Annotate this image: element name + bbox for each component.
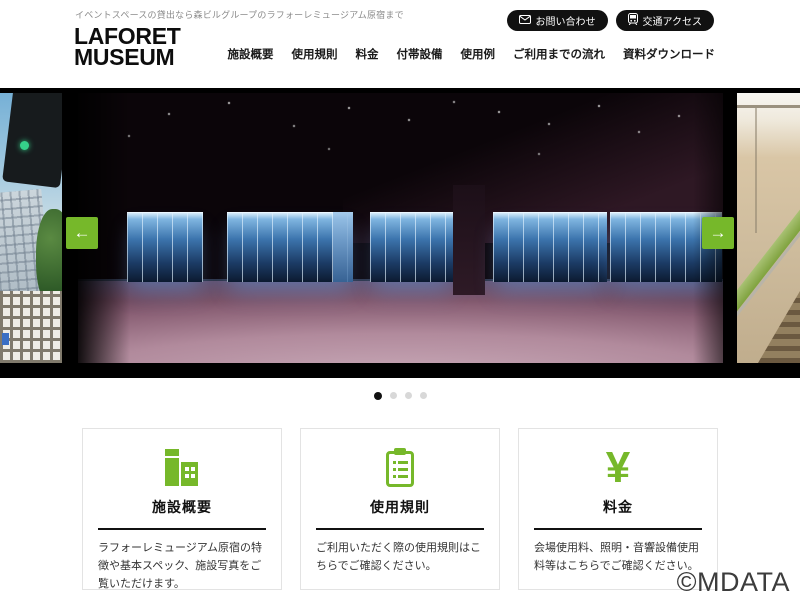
- carousel-dot-4[interactable]: [420, 392, 427, 399]
- feature-cards: 施設概要 ラフォーレミュージアム原宿の特徴や基本スペック、施設写真をご覧いただけ…: [82, 428, 718, 590]
- card-title: 料金: [534, 497, 702, 517]
- nav-item-fees[interactable]: 料金: [356, 46, 379, 62]
- card-fees[interactable]: ¥ 料金 会場使用料、照明・音響設備使用料等はこちらでご確認ください。: [518, 428, 718, 590]
- carousel-dot-3[interactable]: [405, 392, 412, 399]
- nav-item-downloads[interactable]: 資料ダウンロード: [623, 46, 715, 62]
- nav-item-equipment[interactable]: 付帯設備: [397, 46, 443, 62]
- contact-button-label: お問い合わせ: [536, 13, 596, 28]
- carousel-next-slide-staircase-photo: [737, 93, 800, 363]
- site-header: イベントスペースの貸出なら森ビルグループのラフォーレミュージアム原宿まで お問い…: [0, 0, 800, 88]
- nav-item-facility-overview[interactable]: 施設概要: [228, 46, 274, 62]
- arrow-right-icon: →: [710, 223, 727, 242]
- traffic-light-green-lamp: [20, 141, 29, 150]
- hall-lit-corner: [333, 212, 353, 282]
- carousel-dot-2[interactable]: [390, 392, 397, 399]
- watermark: ©MDATA: [677, 567, 790, 598]
- carousel-dot-1-active[interactable]: [374, 392, 382, 400]
- card-divider: [316, 528, 484, 530]
- hero-carousel: ← →: [0, 88, 800, 378]
- street-sign: [2, 333, 9, 345]
- staircase-ceiling-beam: [737, 105, 800, 108]
- card-usage-rules[interactable]: 使用規則 ご利用いただく際の使用規則はこちらでご確認ください。: [300, 428, 500, 590]
- nav-item-usage-rules[interactable]: 使用規則: [292, 46, 338, 62]
- white-building: [0, 291, 62, 363]
- nav-item-use-cases[interactable]: 使用例: [461, 46, 496, 62]
- card-title: 使用規則: [316, 497, 484, 517]
- card-facility-overview[interactable]: 施設概要 ラフォーレミュージアム原宿の特徴や基本スペック、施設写真をご覧いただけ…: [82, 428, 282, 590]
- carousel-current-slide-event-hall-photo: [78, 93, 723, 363]
- carousel-prev-button[interactable]: ←: [66, 217, 98, 249]
- hall-floor-glow: [78, 279, 723, 301]
- access-button[interactable]: 交通アクセス: [616, 10, 715, 31]
- arrow-left-icon: ←: [74, 223, 91, 242]
- hall-pillar: [453, 185, 485, 295]
- carousel-dots: [0, 392, 800, 400]
- clipboard-icon: [316, 445, 484, 491]
- site-tagline: イベントスペースの貸出なら森ビルグループのラフォーレミュージアム原宿まで: [75, 8, 404, 21]
- access-button-label: 交通アクセス: [643, 13, 703, 28]
- card-title: 施設概要: [98, 497, 266, 517]
- building-icon: [98, 445, 266, 491]
- laforet-museum-homepage: イベントスペースの貸出なら森ビルグループのラフォーレミュージアム原宿まで お問い…: [0, 0, 800, 600]
- card-divider: [98, 528, 266, 530]
- card-divider: [534, 528, 702, 530]
- yen-icon: ¥: [534, 445, 702, 491]
- hall-blue-panel-group: [493, 212, 607, 282]
- logo[interactable]: LAFORET MUSEUM: [74, 26, 181, 68]
- train-icon: [628, 13, 638, 28]
- carousel-next-button[interactable]: →: [702, 217, 734, 249]
- carousel-prev-slide-street-photo: [0, 93, 62, 363]
- traffic-light: [2, 93, 62, 188]
- staircase-wall-corner: [755, 108, 757, 233]
- nav-item-usage-flow[interactable]: ご利用までの流れ: [513, 46, 605, 62]
- card-description: ご利用いただく際の使用規則はこちらでご確認ください。: [316, 540, 484, 576]
- logo-line2: MUSEUM: [74, 44, 174, 70]
- hall-blue-panel-group: [127, 212, 203, 282]
- contact-button[interactable]: お問い合わせ: [507, 10, 608, 31]
- hall-blue-panel-group: [370, 212, 453, 282]
- topbar-buttons: お問い合わせ 交通アクセス: [507, 10, 715, 31]
- mail-icon: [519, 15, 531, 27]
- card-description: ラフォーレミュージアム原宿の特徴や基本スペック、施設写真をご覧いただけます。: [98, 540, 266, 593]
- main-nav: 施設概要 使用規則 料金 付帯設備 使用例 ご利用までの流れ 資料ダウンロード: [228, 46, 716, 62]
